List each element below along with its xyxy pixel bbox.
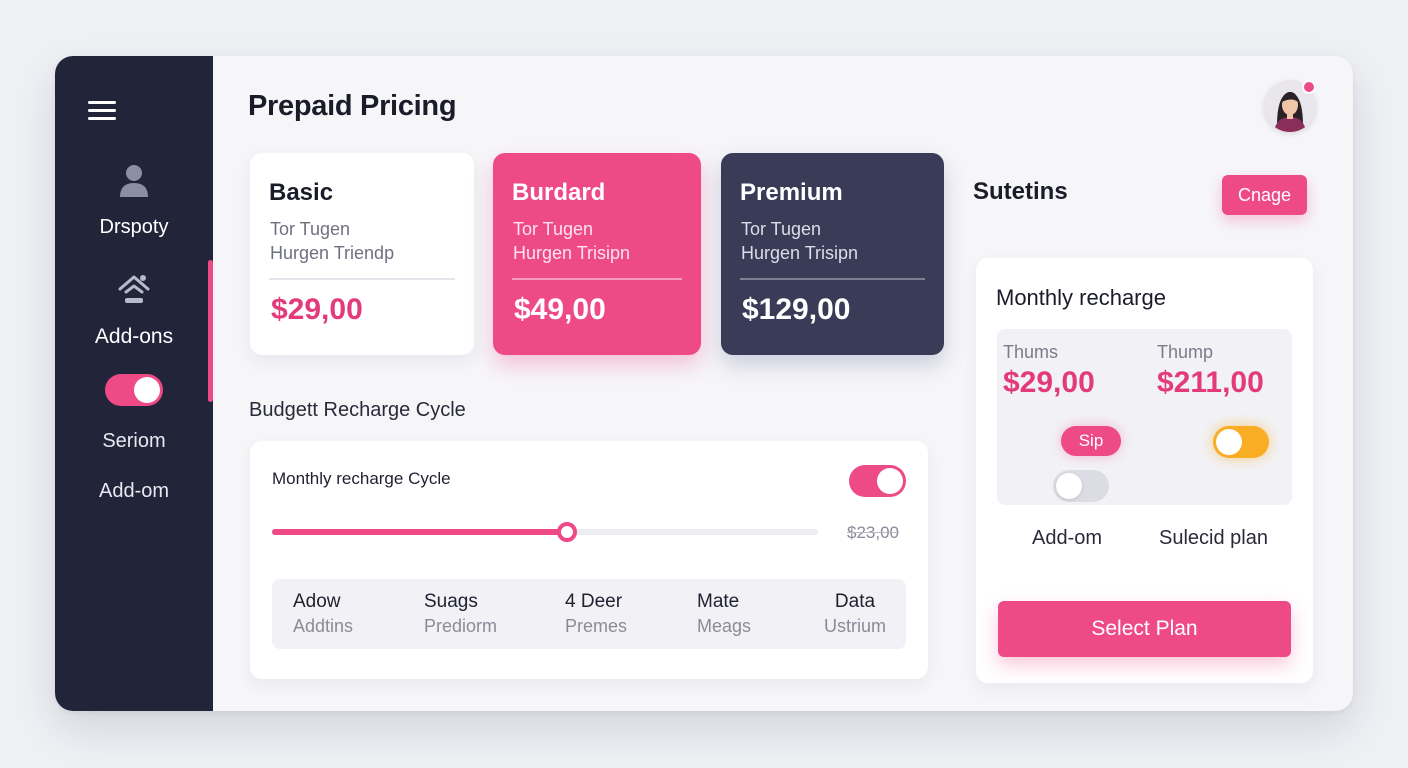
select-plan-button[interactable]: Select Plan <box>998 601 1291 657</box>
addon-title: 4 Deer <box>565 591 623 612</box>
plan-line-1: Tor Tugen <box>513 219 594 239</box>
plan-line-1: Tor Tugen <box>741 219 822 239</box>
plan-price: $129,00 <box>742 293 851 326</box>
option-label: Thums <box>1003 342 1059 362</box>
addon-item[interactable]: 4 Deer Premes <box>565 591 627 637</box>
addon-item[interactable]: Adow Addtins <box>293 591 353 637</box>
addon-item[interactable]: Mate Meags <box>697 591 751 637</box>
skip-button[interactable]: Sip <box>1061 426 1121 456</box>
home-icon[interactable] <box>55 272 213 306</box>
plan-card-basic[interactable]: Basic Tor Tugen Hurgen Triendp $29,00 <box>250 153 474 355</box>
addon-table: Adow Addtins Suags Prediorm 4 Deer Preme… <box>272 579 906 649</box>
recharge-options: Thums $29,00 Thump $211,00 Sip <box>997 329 1292 505</box>
addon-toggle[interactable] <box>1053 470 1109 502</box>
addon-sub: Premes <box>565 616 628 636</box>
user-icon[interactable] <box>55 162 213 198</box>
sidebar-item-drspoty[interactable]: Drspoty <box>55 216 213 239</box>
recharge-cycle-toggle[interactable] <box>849 465 906 497</box>
settings-title: Sutetins <box>973 178 1068 205</box>
divider <box>740 278 925 280</box>
plan-line-2: Hurgen Trisipn <box>513 243 631 263</box>
plan-line-1: Tor Tugen <box>270 219 351 239</box>
menu-icon[interactable] <box>88 101 116 121</box>
slider-fill <box>272 529 567 535</box>
auto-renew-toggle[interactable] <box>1213 426 1269 458</box>
addon-title: Adow <box>293 591 341 612</box>
option-price: $211,00 <box>1157 366 1264 399</box>
sidebar-item-add-ons[interactable]: Add-ons <box>55 325 213 349</box>
budget-card: Monthly recharge Cycle $23,00 Adow Addti… <box>250 441 928 679</box>
addon-title: Mate <box>697 591 740 612</box>
addon-sub: Addtins <box>293 616 354 636</box>
plan-price: $29,00 <box>271 293 363 326</box>
notification-badge <box>1302 80 1316 94</box>
sidebar-toggle[interactable] <box>105 374 163 406</box>
addon-title: Suags <box>424 591 478 612</box>
selected-plan-label: Sulecid plan <box>1159 527 1268 549</box>
app-window: Drspoty Add-ons Seriom Add-om Prepaid Pr… <box>55 56 1353 711</box>
recharge-card: Monthly recharge Thums $29,00 Thump $211… <box>976 258 1313 683</box>
recharge-option-1[interactable]: Thums $29,00 <box>1003 342 1095 400</box>
slider-value: $23,00 <box>847 523 899 542</box>
page-title: Prepaid Pricing <box>248 90 457 122</box>
addon-item[interactable]: Suags Prediorm <box>424 591 497 637</box>
slider-thumb[interactable] <box>556 522 577 542</box>
sidebar-item-add-om[interactable]: Add-om <box>55 480 213 503</box>
budget-section-label: Budgett Recharge Cycle <box>249 399 466 421</box>
sidebar-active-indicator <box>208 260 213 402</box>
budget-title: Monthly recharge Cycle <box>272 469 451 488</box>
option-label: Thump <box>1157 342 1214 362</box>
plan-line-2: Hurgen Trisipn <box>741 243 859 263</box>
addon-label: Add-om <box>1032 527 1103 549</box>
plan-line-2: Hurgen Triendp <box>270 243 395 263</box>
recharge-option-2[interactable]: Thump $211,00 <box>1157 342 1264 400</box>
option-price: $29,00 <box>1003 366 1095 399</box>
divider <box>269 278 455 280</box>
recharge-title: Monthly recharge <box>996 285 1166 310</box>
addon-sub: Prediorm <box>424 616 498 636</box>
budget-slider[interactable] <box>272 522 818 542</box>
sidebar-item-seriom[interactable]: Seriom <box>55 430 213 453</box>
plan-price: $49,00 <box>514 293 606 326</box>
addon-item[interactable]: Data Ustrium <box>824 591 886 637</box>
addon-title: Data <box>834 591 876 612</box>
plan-card-premium[interactable]: Premium Tor Tugen Hurgen Trisipn $129,00 <box>721 153 944 355</box>
sidebar: Drspoty Add-ons Seriom Add-om <box>55 56 213 711</box>
change-button[interactable]: Cnage <box>1222 175 1307 215</box>
divider <box>512 278 682 280</box>
plan-name: Basic <box>269 179 334 206</box>
addon-sub: Ustrium <box>824 616 886 636</box>
addon-sub: Meags <box>697 616 752 636</box>
plan-name: Premium <box>740 179 843 206</box>
plan-name: Burdard <box>512 179 606 206</box>
plan-card-standard[interactable]: Burdard Tor Tugen Hurgen Trisipn $49,00 <box>493 153 701 355</box>
